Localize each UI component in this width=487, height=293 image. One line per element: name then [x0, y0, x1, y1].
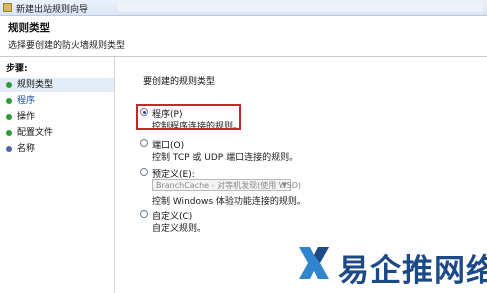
option-description: 控制 Windows 体验功能连接的规则。 [152, 197, 306, 207]
radio-custom[interactable] [140, 210, 148, 218]
title-bar: 新建出站规则向导 [0, 0, 487, 16]
step-rule-type[interactable]: 规则类型 [0, 78, 114, 92]
step-label: 操作 [17, 112, 36, 122]
step-label: 配置文件 [17, 128, 54, 138]
predefined-rule-select[interactable]: BranchCache - 对等机发现(使用 WSD) ▼ [152, 179, 301, 191]
steps-label: 步骤: [6, 64, 28, 74]
rule-type-prompt: 要创建的规则类型 [143, 77, 216, 87]
page-title: 规则类型 [8, 22, 50, 34]
step-label: 规则类型 [17, 80, 54, 90]
watermark-logo: 易企推网络 [296, 241, 487, 289]
step-label: 程序 [17, 96, 36, 106]
step-action[interactable]: 操作 [0, 110, 114, 124]
watermark-logo-icon [299, 247, 329, 279]
title-bar-blur [118, 3, 483, 12]
step-done-dot-icon [6, 82, 12, 88]
window-title: 新建出站规则向导 [16, 5, 89, 15]
chevron-down-icon[interactable]: ▼ [279, 180, 290, 190]
step-dot-icon [6, 98, 12, 104]
watermark-brand-text: 易企推网络 [338, 253, 487, 289]
step-label: 名称 [17, 144, 36, 154]
step-dot-icon [6, 114, 12, 120]
step-dot-icon [6, 130, 12, 136]
option-description: 控制 TCP 或 UDP 端口连接的规则。 [152, 153, 299, 163]
step-profile[interactable]: 配置文件 [0, 126, 114, 140]
step-program[interactable]: 程序 [0, 94, 114, 108]
wizard-header: 规则类型 选择要创建的防火墙规则类型 [0, 16, 487, 57]
radio-predefined[interactable] [140, 168, 148, 176]
steps-sidebar: 步骤: 规则类型 程序 操作 配置文件 名称 [0, 57, 115, 293]
step-name[interactable]: 名称 [0, 142, 114, 156]
page-subtitle: 选择要创建的防火墙规则类型 [8, 41, 126, 51]
step-dot-icon [6, 146, 12, 152]
annotation-highlight-box [136, 104, 241, 130]
radio-port[interactable] [140, 139, 148, 147]
firewall-app-icon [3, 3, 12, 12]
option-description: 自定义规则。 [152, 224, 207, 234]
